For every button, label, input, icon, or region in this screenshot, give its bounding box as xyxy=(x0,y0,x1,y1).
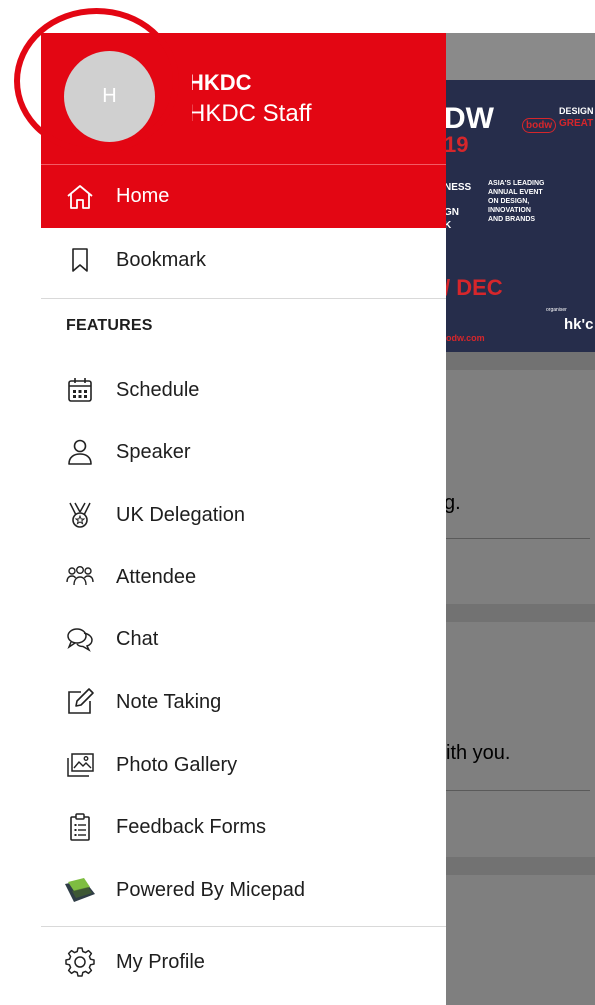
background-separator xyxy=(446,857,595,875)
background-divider xyxy=(446,538,590,539)
menu-item-feedback-forms[interactable]: Feedback Forms xyxy=(41,796,446,858)
menu-item-chat[interactable]: Chat xyxy=(41,608,446,670)
menu-item-uk-delegation[interactable]: UK Delegation xyxy=(41,484,446,546)
section-divider xyxy=(41,298,446,299)
menu-item-label: Note Taking xyxy=(116,690,222,713)
menu-item-label: Powered By Micepad xyxy=(116,878,305,901)
section-title-features: FEATURES xyxy=(66,317,153,334)
bookmark-icon xyxy=(72,248,88,272)
menu-item-speaker[interactable]: Speaker xyxy=(41,421,446,483)
chat-icon xyxy=(67,628,93,652)
event-banner: DW 19 bodw DESIGN IS GREAT NESS GN K ASI… xyxy=(446,80,595,352)
menu-item-label: UK Delegation xyxy=(116,503,245,526)
background-top-bar xyxy=(0,0,595,33)
menu-item-photo-gallery[interactable]: Photo Gallery xyxy=(41,734,446,796)
menu-item-home[interactable]: Home xyxy=(41,165,446,228)
section-divider xyxy=(41,926,446,927)
background-divider xyxy=(446,790,590,791)
gallery-icon xyxy=(67,753,94,777)
background-card-text: g. xyxy=(444,492,461,514)
menu-item-label: Chat xyxy=(116,627,159,650)
navigation-drawer: Home Bookmark FEATURES Schedule Speaker xyxy=(41,33,446,1005)
menu-item-label: Feedback Forms xyxy=(116,815,267,838)
background-separator xyxy=(446,352,595,370)
menu-item-note-taking[interactable]: Note Taking xyxy=(41,671,446,733)
background-card-text: ith you. xyxy=(446,742,511,764)
clipboard-icon xyxy=(70,813,90,841)
user-role: HKDC Staff xyxy=(188,100,312,127)
gear-icon xyxy=(65,947,95,977)
menu-item-schedule[interactable]: Schedule xyxy=(41,359,446,421)
menu-item-label: Photo Gallery xyxy=(116,753,238,776)
user-name: HKDC xyxy=(188,70,252,95)
menu-item-powered-by-micepad[interactable]: Powered By Micepad xyxy=(41,859,446,921)
calendar-icon xyxy=(68,378,92,402)
menu-item-label: Speaker xyxy=(116,440,191,463)
menu-item-label: Bookmark xyxy=(116,248,207,271)
home-icon xyxy=(67,184,93,209)
micepad-logo-icon xyxy=(65,878,95,902)
medal-icon xyxy=(69,502,91,528)
menu-item-bookmark[interactable]: Bookmark xyxy=(41,229,446,291)
menu-item-attendee[interactable]: Attendee xyxy=(41,546,446,608)
group-icon xyxy=(66,565,94,586)
header-mask xyxy=(178,60,192,130)
menu-item-label: Home xyxy=(116,185,170,207)
menu-item-label: My Profile xyxy=(116,950,205,973)
background-separator xyxy=(446,604,595,622)
menu-item-label: Schedule xyxy=(116,378,200,401)
menu-item-label: Attendee xyxy=(116,565,197,588)
menu-item-my-profile[interactable]: My Profile xyxy=(41,931,446,993)
edit-icon xyxy=(68,688,94,714)
avatar[interactable]: H xyxy=(64,51,155,142)
person-icon xyxy=(68,439,92,465)
